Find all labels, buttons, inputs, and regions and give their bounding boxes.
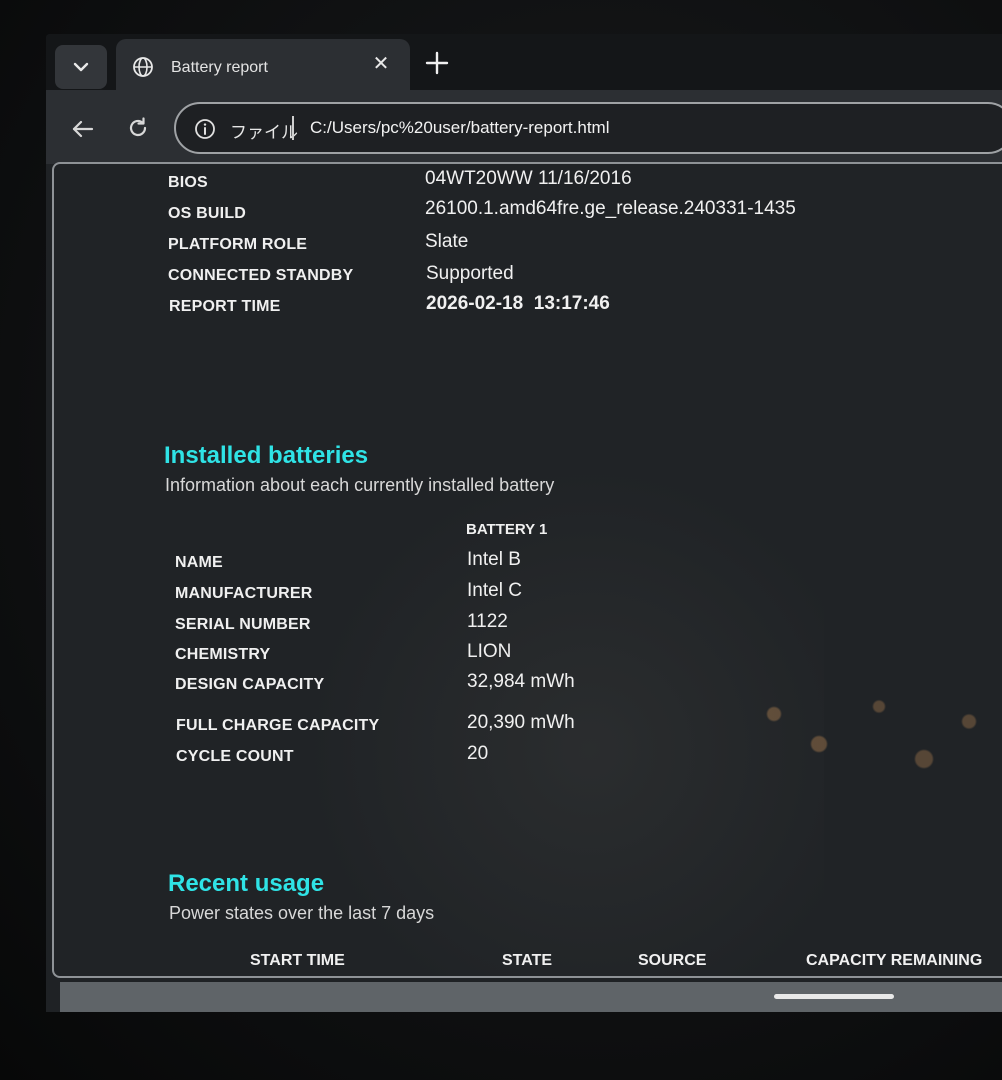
reload-icon[interactable] — [126, 116, 150, 140]
battery-row-value: 20 — [467, 743, 489, 764]
battery-row-label: FULL CHARGE CAPACITY — [176, 717, 380, 734]
report-time-value: 2026-02-18 13:17:46 — [426, 293, 610, 314]
table-divider — [630, 976, 710, 978]
tab-battery-report[interactable]: Battery report ✕ — [116, 39, 410, 93]
browser-window: Battery report ✕ ファイル C:/Users/pc%20user — [46, 34, 1002, 1012]
plus-icon[interactable] — [424, 50, 450, 76]
battery-row-label: SERIAL NUMBER — [175, 616, 311, 633]
installed-batteries-title: Installed batteries — [164, 442, 369, 469]
arrow-left-icon[interactable] — [70, 116, 96, 142]
system-info-label: CONNECTED STANDBY — [168, 267, 354, 284]
installed-batteries-subtitle: Information about each currently install… — [165, 475, 555, 495]
tab-strip: Battery report ✕ — [46, 34, 1002, 93]
system-info-label: REPORT TIME — [169, 298, 281, 315]
system-info-label: OS BUILD — [168, 205, 247, 222]
system-info-label: PLATFORM ROLE — [168, 236, 308, 253]
info-icon[interactable] — [194, 118, 216, 140]
address-scheme-label: ファイル — [230, 123, 298, 142]
column-header-source: SOURCE — [638, 952, 707, 969]
column-header-start-time: START TIME — [250, 952, 345, 969]
page-content: BIOS 04WT20WW 11/16/2016 OS BUILD 26100.… — [52, 162, 1002, 978]
battery-row-label: DESIGN CAPACITY — [175, 676, 325, 693]
battery-row-value: 32,984 mWh — [467, 671, 575, 692]
tab-title: Battery report — [171, 59, 268, 76]
battery-row-value: Intel B — [467, 549, 521, 570]
battery-row-value: 1122 — [467, 611, 508, 632]
system-info-label: BIOS — [168, 174, 208, 191]
table-divider — [426, 976, 626, 978]
address-separator — [292, 116, 294, 140]
close-tab-button[interactable]: ✕ — [370, 53, 392, 75]
recent-usage-subtitle: Power states over the last 7 days — [169, 903, 435, 923]
battery-row-label: MANUFACTURER — [175, 585, 313, 602]
globe-icon — [133, 57, 153, 77]
battery-row-value: LION — [467, 641, 512, 662]
system-info-value: 04WT20WW 11/16/2016 — [425, 168, 632, 189]
screen-reflection-lights — [714, 654, 1002, 804]
table-divider — [172, 976, 422, 978]
system-info-value: Supported — [426, 263, 514, 284]
tab-search-button[interactable] — [55, 45, 107, 89]
system-info-value: Slate — [425, 231, 469, 252]
address-bar[interactable]: ファイル C:/Users/pc%20user/battery-report.h… — [174, 102, 1002, 154]
system-info-value: 26100.1.amd64fre.ge_release.240331-1435 — [425, 198, 796, 219]
home-indicator[interactable] — [774, 994, 894, 999]
battery-row-value: 20,390 mWh — [467, 712, 575, 733]
chevron-down-icon — [73, 62, 89, 72]
battery-row-label: NAME — [175, 554, 223, 571]
recent-usage-title: Recent usage — [168, 870, 325, 897]
battery-row-label: CHEMISTRY — [175, 646, 271, 663]
column-header-capacity-remaining: CAPACITY REMAINING — [806, 952, 983, 969]
address-url[interactable]: C:/Users/pc%20user/battery-report.html — [310, 118, 610, 138]
battery-row-label: CYCLE COUNT — [176, 748, 294, 765]
table-divider — [714, 976, 1002, 978]
column-header-state: STATE — [502, 952, 553, 969]
battery-row-value: Intel C — [467, 580, 522, 601]
browser-toolbar: ファイル C:/Users/pc%20user/battery-report.h… — [46, 90, 1002, 164]
battery-column-header: BATTERY 1 — [466, 521, 548, 538]
